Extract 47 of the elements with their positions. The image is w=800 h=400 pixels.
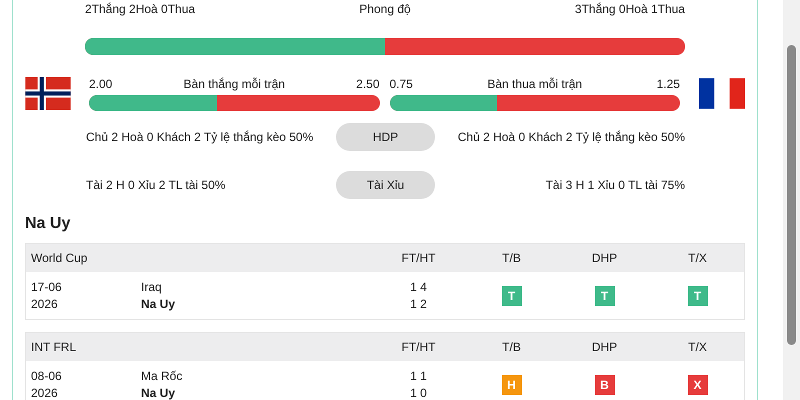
result-badge: T — [688, 286, 708, 306]
league-name: INT FRL — [30, 340, 78, 354]
form-label: Phong độ — [359, 2, 411, 16]
away-odds-text: Tài 3 H 1 Xỉu 0 TL tài 75% — [544, 178, 685, 192]
column-header: T/X — [687, 340, 708, 354]
away-odds-text: Chủ 2 Hoà 0 Khách 2 Tỷ lệ thắng kèo 50% — [456, 130, 685, 144]
france-flag-icon — [699, 77, 745, 110]
odds-type-button[interactable]: HDP — [336, 123, 435, 151]
league-name: World Cup — [30, 251, 88, 265]
team-name: Iraq — [141, 280, 163, 294]
result-badge: X — [688, 374, 708, 394]
home-odds-text: Chủ 2 Hoà 0 Khách 2 Tỷ lệ thắng kèo 50% — [86, 130, 314, 144]
full-time-score: 1 1 — [410, 369, 427, 383]
stat-label: Bàn thua mỗi trận — [487, 77, 582, 91]
full-time-score: 1 4 — [410, 280, 427, 294]
norway-flag-icon — [25, 77, 71, 110]
home-odds-text: Tài 2 H 0 Xỉu 2 TL tài 50% — [86, 178, 226, 192]
scrollbar-thumb[interactable] — [787, 45, 796, 345]
column-header: DHP — [590, 251, 618, 265]
stat-value: 2.00 — [89, 77, 112, 91]
stat-label: Bàn thắng mỗi trận — [184, 77, 285, 91]
column-header: FT/HT — [400, 251, 436, 265]
column-header: T/B — [501, 251, 522, 265]
stat-value: 2.50 — [356, 77, 380, 91]
odds-type-button[interactable]: Tài Xỉu — [336, 171, 435, 199]
result-badge: B — [594, 374, 614, 394]
stat-value: 1.25 — [656, 77, 680, 91]
home-form-text: 2Thắng 2Hoà 0Thua — [85, 2, 196, 16]
section-title: Na Uy — [25, 215, 72, 233]
column-header: T/X — [687, 251, 708, 265]
half-time-score: 1 2 — [410, 297, 427, 311]
column-header: T/B — [501, 340, 522, 354]
column-header: DHP — [590, 340, 618, 354]
team-name: Ma Rốc — [141, 369, 184, 383]
away-form-text: 3Thắng 0Hoà 1Thua — [574, 2, 685, 16]
match-year: 2026 — [31, 297, 59, 311]
team-name: Na Uy — [141, 386, 176, 400]
match-date: 08-06 — [31, 369, 63, 383]
stat-value: 0.75 — [390, 77, 413, 91]
half-time-score: 1 0 — [410, 386, 427, 400]
column-header: FT/HT — [400, 340, 436, 354]
team-name: Na Uy — [141, 297, 176, 311]
result-badge: T — [594, 286, 614, 306]
match-date: 17-06 — [31, 280, 63, 294]
match-year: 2026 — [31, 386, 59, 400]
result-badge: T — [502, 286, 522, 306]
result-badge: H — [502, 374, 522, 394]
